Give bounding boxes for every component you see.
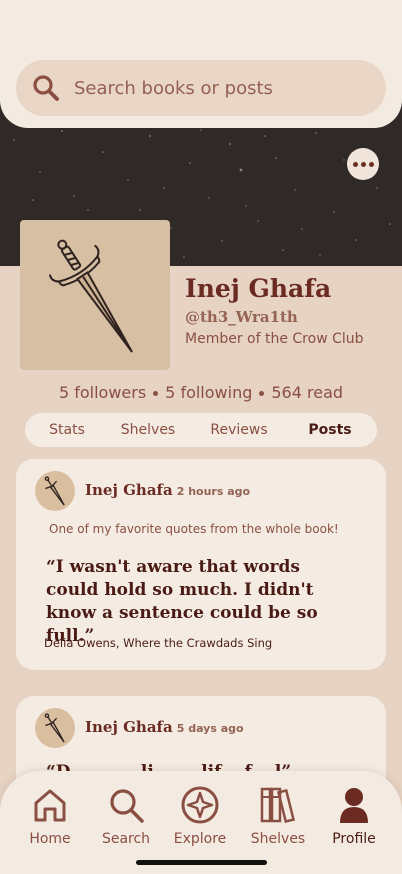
nav-label: Shelves	[250, 831, 306, 847]
nav-home[interactable]: Home	[12, 785, 88, 847]
profile-stats: 5 followers 5 following 564 read	[0, 383, 402, 402]
profile-picture[interactable]	[20, 220, 170, 370]
dagger-icon	[44, 476, 65, 506]
top-bar	[0, 0, 402, 128]
quote-source: Delia Owens, Where the Crawdads Sing	[44, 636, 273, 650]
tab-reviews[interactable]: Reviews	[187, 422, 291, 438]
nav-search[interactable]: Search	[88, 785, 164, 847]
home-icon	[34, 789, 66, 822]
more-dot	[360, 161, 366, 167]
post-author-name[interactable]: Inej Ghafa	[85, 718, 173, 736]
nav-label: Explore	[173, 831, 227, 847]
post-author-name[interactable]: Inej Ghafa	[85, 481, 173, 499]
compass-icon	[181, 786, 219, 824]
nav-label: Search	[101, 831, 151, 847]
post-avatar[interactable]	[35, 708, 75, 748]
bottom-nav: Home Search Explore Shelves Profile	[0, 771, 402, 874]
post-quote: “I wasn't aware that words could hold so…	[46, 557, 318, 646]
post-author: Inej Ghafa 2 hours ago	[85, 481, 250, 499]
nav-label: Profile	[332, 831, 376, 847]
more-dot	[352, 161, 358, 167]
search-icon	[110, 789, 144, 823]
post-timestamp: 5 days ago	[176, 722, 244, 735]
member-text: Member of the Crow Club	[185, 331, 364, 347]
profile-handle: @th3_Wra1th	[185, 308, 298, 326]
profile-tabs: Stats Shelves Reviews Posts	[25, 413, 377, 447]
tab-posts[interactable]: Posts	[291, 422, 369, 438]
following-link[interactable]: 5 following	[165, 383, 252, 402]
nav-label: Home	[29, 831, 71, 847]
dagger-icon	[44, 713, 65, 743]
post-timestamp: 2 hours ago	[176, 485, 251, 498]
books-icon	[260, 787, 296, 824]
more-options-button[interactable]	[347, 148, 379, 180]
separator-dot	[259, 391, 265, 396]
tab-stats[interactable]: Stats	[25, 422, 109, 438]
post-author: Inej Ghafa 5 days ago	[85, 718, 244, 736]
home-indicator[interactable]	[136, 860, 267, 865]
read-count[interactable]: 564 read	[271, 383, 343, 402]
nav-explore[interactable]: Explore	[162, 785, 238, 847]
nav-shelves[interactable]: Shelves	[240, 785, 316, 847]
search-icon	[33, 75, 59, 101]
followers-link[interactable]: 5 followers	[59, 383, 146, 402]
separator-dot	[153, 391, 159, 396]
tab-shelves[interactable]: Shelves	[109, 422, 187, 438]
person-icon	[340, 788, 368, 823]
more-dot	[368, 161, 374, 167]
profile-name: Inej Ghafa	[185, 274, 332, 303]
dagger-icon	[49, 239, 133, 353]
search-input[interactable]	[74, 77, 364, 99]
nav-profile[interactable]: Profile	[316, 785, 392, 847]
post-caption: One of my favorite quotes from the whole…	[49, 522, 339, 536]
search-bar[interactable]	[16, 60, 386, 116]
post-card[interactable]: Inej Ghafa 2 hours ago One of my favorite…	[16, 459, 386, 670]
post-avatar[interactable]	[35, 471, 75, 511]
